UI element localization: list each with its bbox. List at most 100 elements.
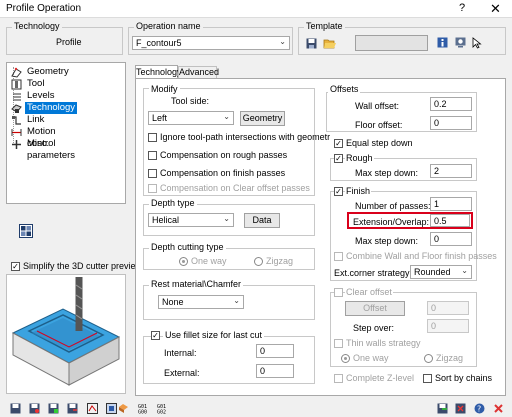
tool-icon xyxy=(11,79,22,90)
geometry-icon xyxy=(11,67,22,78)
finish-checkbox[interactable]: ✓ xyxy=(334,187,343,196)
svg-text:?: ? xyxy=(477,405,481,414)
finish-label: Finish xyxy=(345,186,372,196)
gcode-icon[interactable]: G01G00 xyxy=(138,403,150,414)
toolpath-icon[interactable] xyxy=(106,403,117,414)
gcode-alt-icon[interactable]: G01G02 xyxy=(157,403,169,414)
finish-step-input[interactable]: 0 xyxy=(430,232,472,246)
simplify-checkbox[interactable]: ✓ xyxy=(11,262,20,271)
operation-name-value: F_contour5 xyxy=(136,38,182,48)
thin-zigzag-label: Zigzag xyxy=(436,353,464,363)
combine-checkbox[interactable] xyxy=(334,252,343,261)
tab-advanced[interactable]: Advanced xyxy=(178,66,219,78)
simplify-label: Simplify the 3D cutter preview xyxy=(23,261,143,271)
cutter-preview xyxy=(6,274,126,394)
thin-one-way-radio[interactable] xyxy=(341,354,350,363)
stock-icon[interactable] xyxy=(118,403,129,414)
comp-finish-checkbox[interactable] xyxy=(148,169,157,178)
step-over-input[interactable]: 0 xyxy=(427,319,469,333)
clear-offset-label: Clear offset xyxy=(345,287,393,297)
floor-offset-input[interactable]: 0 xyxy=(430,116,472,130)
data-button[interactable]: Data xyxy=(244,213,280,228)
comp-rough-checkbox[interactable] xyxy=(148,151,157,160)
help-icon[interactable]: ? xyxy=(474,403,485,414)
extension-input[interactable]: 0.5 xyxy=(430,214,470,227)
operation-name-label: Operation name xyxy=(134,21,203,31)
depth-type-select[interactable]: Helical ⌄ xyxy=(148,213,234,227)
complete-z-checkbox[interactable] xyxy=(334,374,343,383)
depth-type-title: Depth type xyxy=(149,198,197,208)
corner-strategy-label: Ext.corner strategy: xyxy=(334,268,413,278)
simulate-icon[interactable] xyxy=(87,403,98,414)
rough-checkbox[interactable]: ✓ xyxy=(334,154,343,163)
extension-value: 0.5 xyxy=(434,216,447,226)
display-icon[interactable] xyxy=(455,37,466,48)
save-copy-icon[interactable] xyxy=(29,403,40,414)
modify-group xyxy=(143,88,315,196)
levels-icon xyxy=(13,93,21,101)
tree-label-misc-parameters: Misc. parameters xyxy=(27,138,76,161)
geometry-button-label: Geometry xyxy=(242,113,283,123)
save-icon[interactable] xyxy=(306,38,317,49)
combine-label: Combine Wall and Floor finish passes xyxy=(346,251,497,261)
info-icon[interactable] xyxy=(437,37,448,48)
tool-side-label: Tool side: xyxy=(171,96,210,106)
pick-cursor-icon[interactable] xyxy=(472,37,484,49)
save-icon[interactable] xyxy=(10,403,21,414)
chevron-down-icon: ⌄ xyxy=(223,112,230,121)
sort-chains-checkbox[interactable] xyxy=(423,374,432,383)
misc-parameters-icon xyxy=(12,140,21,149)
rest-material-select[interactable]: None ⌄ xyxy=(158,295,244,309)
ignore-intersections-checkbox[interactable] xyxy=(148,133,157,142)
extension-label: Extension/Overlap: xyxy=(353,217,430,227)
tree-label-tool: Tool xyxy=(27,78,45,89)
thin-zigzag-radio[interactable] xyxy=(424,354,433,363)
svg-text:G00: G00 xyxy=(138,410,147,415)
thin-walls-checkbox[interactable] xyxy=(334,339,343,348)
one-way-radio[interactable] xyxy=(179,257,188,266)
zigzag-radio[interactable] xyxy=(254,257,263,266)
finish-step-label: Max step down: xyxy=(355,236,419,246)
help-button[interactable]: ? xyxy=(459,2,465,14)
layout-icon[interactable] xyxy=(19,224,33,238)
exit-icon[interactable] xyxy=(493,403,504,414)
offset-button-label: Offset xyxy=(363,303,387,313)
complete-z-label: Complete Z-level xyxy=(346,373,415,383)
internal-input[interactable]: 0 xyxy=(256,344,294,358)
wall-offset-input[interactable]: 0.2 xyxy=(430,97,472,111)
offset-button[interactable]: Offset xyxy=(345,301,405,316)
tab-technology-label: Technology xyxy=(136,67,182,77)
rough-step-input[interactable]: 2 xyxy=(430,164,472,178)
use-fillet-checkbox[interactable]: ✓ xyxy=(151,331,160,340)
tool-side-select[interactable]: Left ⌄ xyxy=(148,111,234,125)
zigzag-label: Zigzag xyxy=(266,256,294,266)
close-button[interactable]: ✕ xyxy=(490,1,501,17)
wall-offset-value: 0.2 xyxy=(434,99,447,109)
passes-value: 1 xyxy=(434,199,440,209)
equal-step-checkbox[interactable]: ✓ xyxy=(334,139,343,148)
operation-name-select[interactable]: F_contour5 ⌄ xyxy=(132,36,290,50)
thin-one-way-label: One way xyxy=(353,353,389,363)
template-field[interactable] xyxy=(355,35,428,51)
tree-label-technology: Technology xyxy=(25,102,78,114)
offset-input[interactable]: 0 xyxy=(427,301,469,315)
part-preview-image xyxy=(11,277,121,386)
technology-icon xyxy=(11,104,22,113)
geometry-button[interactable]: Geometry xyxy=(240,111,285,126)
save-close-icon[interactable] xyxy=(437,403,448,414)
calculate-close-icon[interactable] xyxy=(455,403,466,414)
save-calculate-icon[interactable] xyxy=(48,403,59,414)
external-input[interactable]: 0 xyxy=(256,364,294,378)
equal-step-label: Equal step down xyxy=(346,138,413,148)
corner-strategy-value: Rounded xyxy=(414,267,451,277)
wall-offset-label: Wall offset: xyxy=(355,101,400,111)
rest-material-title: Rest material\Chamfer xyxy=(149,279,244,289)
clear-offset-checkbox[interactable] xyxy=(334,288,343,297)
tab-technology[interactable]: Technology xyxy=(135,65,182,78)
passes-input[interactable]: 1 xyxy=(430,197,472,211)
save-exit-icon[interactable] xyxy=(67,403,78,414)
corner-strategy-select[interactable]: Rounded ⌄ xyxy=(410,265,472,279)
open-folder-icon[interactable] xyxy=(323,37,336,49)
chevron-down-icon: ⌄ xyxy=(279,37,286,46)
comp-clear-checkbox[interactable] xyxy=(148,184,157,193)
